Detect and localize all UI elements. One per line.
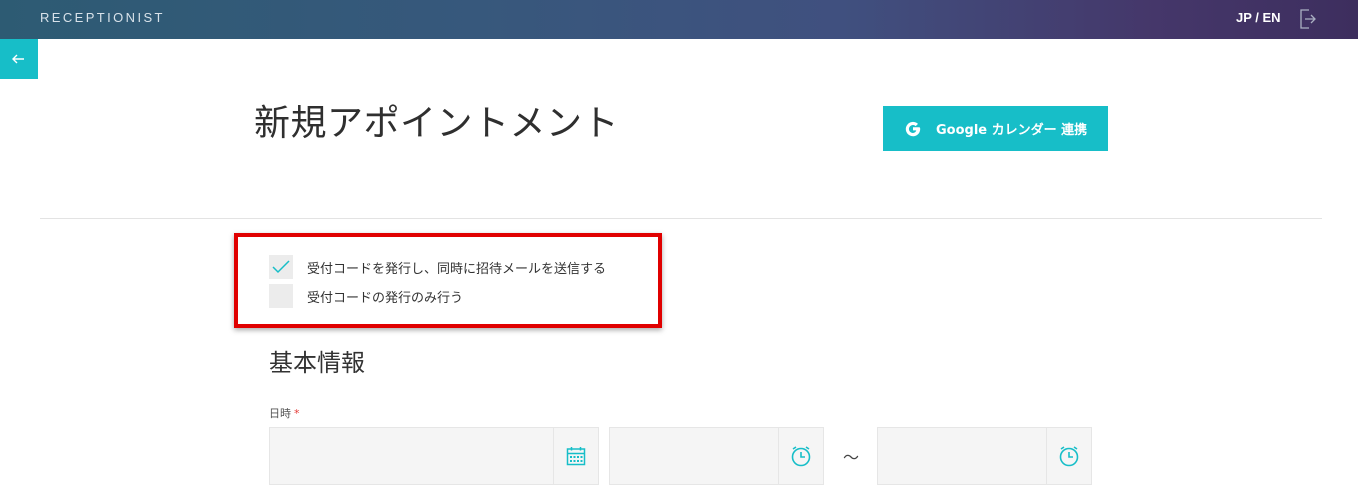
page-title: 新規アポイントメント	[254, 103, 620, 144]
option-send-invitation[interactable]: 受付コードを発行し、同時に招待メールを送信する	[269, 255, 606, 279]
option-issue-code-only-label: 受付コードの発行のみ行う	[307, 290, 464, 306]
top-navbar: RECEPTIONIST JP / EN	[0, 0, 1358, 39]
back-button[interactable]	[0, 39, 38, 79]
date-input[interactable]	[269, 427, 599, 485]
option-issue-code-only[interactable]: 受付コードの発行のみ行う	[269, 284, 463, 308]
highlight-annotation	[234, 233, 662, 328]
option-send-invitation-label: 受付コードを発行し、同時に招待メールを送信する	[307, 261, 607, 277]
google-calendar-link-button[interactable]: Google カレンダー 連携	[883, 106, 1108, 151]
range-separator: 〜	[843, 448, 860, 467]
datetime-label-text: 日時	[269, 407, 291, 420]
end-time-picker-button[interactable]	[1046, 428, 1091, 484]
end-time-input[interactable]	[877, 427, 1092, 485]
logout-icon[interactable]	[1298, 8, 1316, 30]
clock-icon	[1059, 446, 1079, 467]
datetime-label: 日時 *	[269, 405, 300, 421]
checkbox-send-invitation[interactable]	[269, 255, 293, 279]
google-g-icon	[905, 121, 921, 136]
start-time-input[interactable]	[609, 427, 824, 485]
checkmark-icon	[272, 260, 290, 274]
brand-logo: RECEPTIONIST	[40, 10, 165, 25]
google-calendar-button-label: Google カレンダー 連携	[936, 123, 1088, 138]
section-title-basic-info: 基本情報	[269, 349, 365, 377]
divider	[40, 218, 1322, 219]
checkbox-issue-code-only[interactable]	[269, 284, 293, 308]
clock-icon	[791, 446, 811, 467]
date-picker-button[interactable]	[553, 428, 598, 484]
required-mark: *	[294, 407, 300, 420]
start-time-picker-button[interactable]	[778, 428, 823, 484]
language-toggle[interactable]: JP / EN	[1236, 10, 1281, 25]
arrow-left-icon	[12, 54, 24, 64]
calendar-icon	[566, 447, 586, 466]
